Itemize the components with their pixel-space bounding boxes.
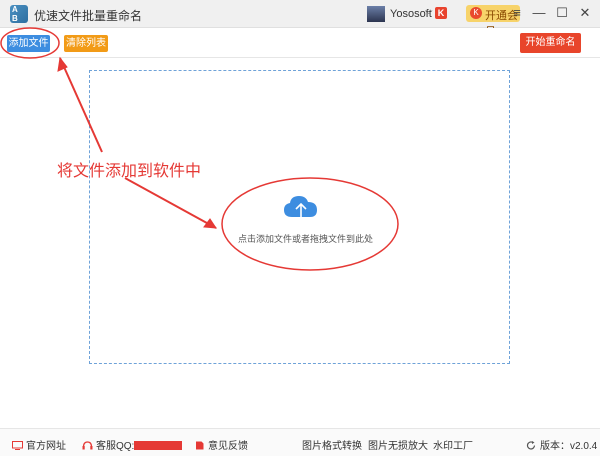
version-label: 版本：v2.0.4 [540,441,598,452]
avatar[interactable] [367,6,385,22]
support-qq-link[interactable]: 客服QQ: [82,437,183,452]
feedback-label: 意见反馈 [208,441,248,452]
headset-icon [82,441,93,450]
brand-mark-icon: K [435,7,447,19]
drop-hint-text[interactable]: 点击添加文件或者拖拽文件到此处 [238,232,373,245]
app-logo-icon: A B [10,5,28,23]
watermark-link[interactable]: 水印工厂 [433,437,473,452]
toolbar: 添加文件 清除列表 开始重命名 [0,28,600,58]
clear-list-button[interactable]: 清除列表 [64,35,108,52]
chevron-down-icon[interactable]: ⌵ [425,6,433,17]
support-label: 客服QQ: [96,441,135,452]
add-files-button[interactable]: 添加文件 [7,35,50,52]
monitor-icon [12,441,23,450]
start-rename-button[interactable]: 开始重命名 [520,33,581,53]
website-link[interactable]: 官方网址 [12,437,66,452]
title-bar: A B 优速文件批量重命名 Yososoft ⌵ K K 开通会员 ≡ — ☐ … [0,0,600,38]
feedback-document-icon [196,441,204,450]
redacted-qq-number [134,441,183,450]
close-icon[interactable]: ✕ [576,4,594,22]
menu-icon[interactable]: ≡ [508,4,526,22]
maximize-icon[interactable]: ☐ [553,4,571,22]
refresh-icon [526,441,536,450]
lossless-zoom-link[interactable]: 图片无损放大 [368,437,428,452]
format-convert-link[interactable]: 图片格式转换 [302,437,362,452]
app-title: 优速文件批量重命名 [34,9,143,23]
website-label: 官方网址 [26,441,66,452]
vip-icon: K [470,7,482,19]
minimize-icon[interactable]: — [530,4,548,22]
cloud-upload-icon[interactable] [283,193,319,221]
feedback-link[interactable]: 意见反馈 [194,437,248,452]
footer-bar: 官方网址 客服QQ: 意见反馈 图片格式转换 图片无损放大 水印工厂 版本：v2… [0,428,600,456]
annotation-label: 将文件添加到软件中 [57,163,202,180]
version-info[interactable]: 版本：v2.0.4 [526,437,597,452]
